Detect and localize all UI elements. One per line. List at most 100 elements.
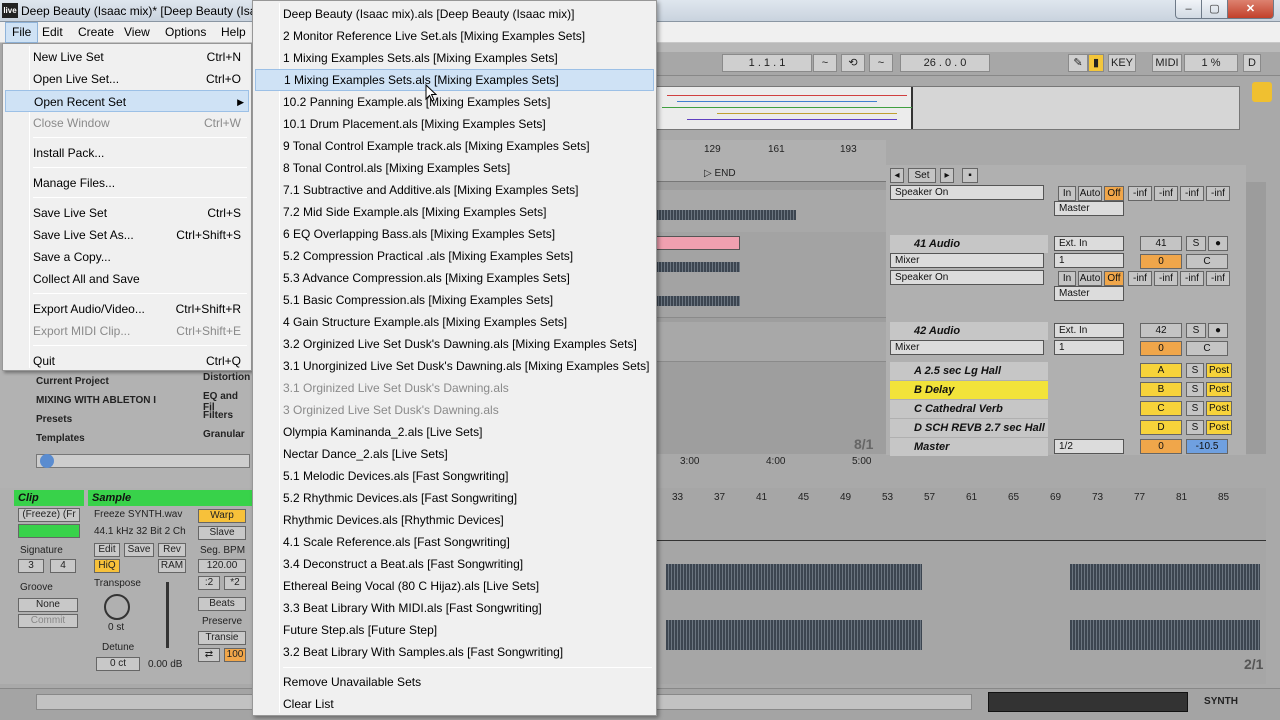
grain-size-field[interactable]: 100 <box>224 648 246 662</box>
file-menu-item-save-live-set-as[interactable]: Save Live Set As... Ctrl+Shift+S <box>5 224 249 246</box>
category-item[interactable]: Filters <box>203 410 233 421</box>
computer-keyboard-icon[interactable]: ▮ <box>1088 54 1104 72</box>
recent-set-item[interactable]: Future Step.als [Future Step] <box>255 619 654 641</box>
monitor-output-dropdown[interactable]: Speaker On <box>890 270 1044 285</box>
file-menu-item-export-audio-video[interactable]: Export Audio/Video... Ctrl+Shift+R <box>5 298 249 320</box>
recent-set-item[interactable]: Rhythmic Devices.als [Rhythmic Devices] <box>255 509 654 531</box>
clip-color-dropdown[interactable] <box>18 524 80 538</box>
monitor-off-button[interactable]: Off <box>1104 186 1124 201</box>
end-marker[interactable]: ▷ END <box>704 168 736 179</box>
recent-set-item[interactable]: 5.1 Basic Compression.als [Mixing Exampl… <box>255 289 654 311</box>
output-dropdown[interactable]: Master <box>1054 286 1124 301</box>
solo-button[interactable]: S <box>1186 382 1204 397</box>
halve-tempo-button[interactable]: :2 <box>198 576 220 590</box>
draw-mode-icon[interactable]: ✎ <box>1068 54 1088 72</box>
ram-button[interactable]: RAM <box>158 559 186 573</box>
recent-set-item[interactable]: 3.3 Beat Library With MIDI.als [Fast Son… <box>255 597 654 619</box>
recent-set-item[interactable]: 4 Gain Structure Example.als [Mixing Exa… <box>255 311 654 333</box>
file-menu-item-save-a-copy[interactable]: Save a Copy... <box>5 246 249 268</box>
recent-set-item[interactable]: 3.4 Deconstruct a Beat.als [Fast Songwri… <box>255 553 654 575</box>
recent-set-item[interactable]: Deep Beauty (Isaac mix).als [Deep Beauty… <box>255 3 654 25</box>
channel-dropdown[interactable]: 1 <box>1054 340 1124 355</box>
recent-set-item[interactable]: 6 EQ Overlapping Bass.als [Mixing Exampl… <box>255 223 654 245</box>
place-item[interactable]: Templates <box>36 433 85 444</box>
menu-create[interactable]: Create <box>72 22 120 43</box>
slave-button[interactable]: Slave <box>198 526 246 540</box>
category-item[interactable]: Granular <box>203 429 245 440</box>
monitor-in-button[interactable]: In <box>1058 271 1076 286</box>
close-button[interactable]: ✕ <box>1227 0 1274 19</box>
punch-in-icon[interactable]: ~ <box>813 54 837 72</box>
hiq-button[interactable]: HiQ <box>94 559 120 573</box>
solo-button[interactable]: S <box>1186 420 1204 435</box>
key-map-button[interactable]: KEY <box>1108 54 1136 72</box>
return-letter[interactable]: D <box>1140 420 1182 435</box>
return-letter[interactable]: C <box>1140 401 1182 416</box>
mixer-scrollbar[interactable] <box>1246 182 1266 454</box>
seg-bpm-field[interactable]: 120.00 <box>198 559 246 573</box>
track-name[interactable]: 41 Audio <box>890 235 1048 253</box>
signature-numerator[interactable]: 3 <box>18 559 44 573</box>
loop-icon[interactable]: ⟲ <box>841 54 865 72</box>
edit-button[interactable]: Edit <box>94 543 120 557</box>
punch-out-icon[interactable]: ~ <box>869 54 893 72</box>
commit-button[interactable]: Commit <box>18 614 78 628</box>
monitor-auto-button[interactable]: Auto <box>1078 271 1102 286</box>
solo-button[interactable]: S <box>1186 401 1204 416</box>
recent-set-item[interactable]: 2 Monitor Reference Live Set.als [Mixing… <box>255 25 654 47</box>
return-name[interactable]: D SCH REVB 2.7 sec Hall <box>890 419 1048 437</box>
master-volume[interactable]: 0 <box>1140 439 1182 454</box>
monitor-output-dropdown[interactable]: Speaker On <box>890 185 1044 200</box>
save-button[interactable]: Save <box>124 543 154 557</box>
master-level[interactable]: -10.5 <box>1186 439 1228 454</box>
sample-ruler[interactable]: 33 37 41 45 49 53 57 61 65 69 73 77 81 8… <box>656 492 1266 506</box>
menu-edit[interactable]: Edit <box>36 22 69 43</box>
file-menu-item-open-recent-set[interactable]: Open Recent Set ▶ <box>5 90 249 112</box>
file-menu-item-manage-files[interactable]: Manage Files... <box>5 172 249 194</box>
device-chain-dropdown[interactable]: Mixer <box>890 253 1044 268</box>
recent-set-item[interactable]: 10.2 Panning Example.als [Mixing Example… <box>255 91 654 113</box>
gain-slider[interactable] <box>166 582 169 648</box>
recent-set-item[interactable]: 3.1 Unorginized Live Set Dusk's Dawning.… <box>255 355 654 377</box>
menu-options[interactable]: Options <box>159 22 212 43</box>
midi-map-button[interactable]: MIDI <box>1152 54 1182 72</box>
sample-editor[interactable]: 33 37 41 45 49 53 57 61 65 69 73 77 81 8… <box>656 488 1266 684</box>
channel-dropdown[interactable]: 1 <box>1054 253 1124 268</box>
recent-set-item[interactable]: Nectar Dance_2.als [Live Sets] <box>255 443 654 465</box>
double-tempo-button[interactable]: *2 <box>224 576 246 590</box>
solo-button[interactable]: S <box>1186 363 1204 378</box>
menu-help[interactable]: Help <box>215 22 252 43</box>
recent-set-item[interactable]: 8 Tonal Control.als [Mixing Examples Set… <box>255 157 654 179</box>
preserve-dropdown[interactable]: Transie <box>198 631 246 645</box>
reverse-button[interactable]: Rev <box>158 543 186 557</box>
audio-clip-waveform[interactable] <box>656 210 796 220</box>
audio-clip-waveform[interactable] <box>656 262 740 272</box>
file-menu-item-collect-all-and-save[interactable]: Collect All and Save <box>5 268 249 290</box>
monitor-off-button[interactable]: Off <box>1104 271 1124 286</box>
warp-mode-dropdown[interactable]: Beats <box>198 597 246 611</box>
volume-value[interactable]: 0 <box>1140 254 1182 269</box>
recent-set-item[interactable]: 5.2 Rhythmic Devices.als [Fast Songwriti… <box>255 487 654 509</box>
solo-button[interactable]: S <box>1186 323 1206 338</box>
loop-mode-dropdown[interactable]: ⇄ <box>198 648 220 662</box>
forward-icon[interactable]: ▸ <box>940 168 954 183</box>
search-field[interactable] <box>36 454 250 468</box>
category-item[interactable]: Distortion <box>203 372 250 383</box>
recent-set-item[interactable]: 9 Tonal Control Example track.als [Mixin… <box>255 135 654 157</box>
file-menu-item-quit[interactable]: Quit Ctrl+Q <box>5 350 249 372</box>
input-dropdown[interactable]: Ext. In <box>1054 236 1124 251</box>
set-button[interactable]: Set <box>908 168 936 183</box>
recent-set-item[interactable]: 5.3 Advance Compression.als [Mixing Exam… <box>255 267 654 289</box>
overview-visible-region[interactable] <box>657 87 913 129</box>
clip-header[interactable]: Clip <box>14 490 84 506</box>
transpose-knob[interactable] <box>104 594 130 620</box>
place-item[interactable]: MIXING WITH ABLETON I <box>36 395 156 406</box>
pan-value[interactable]: C <box>1186 254 1228 269</box>
file-menu-item-install-pack[interactable]: Install Pack... <box>5 142 249 164</box>
recent-set-item[interactable]: 3.2 Beat Library With Samples.als [Fast … <box>255 641 654 663</box>
groove-dropdown[interactable]: None <box>18 598 78 612</box>
signature-denominator[interactable]: 4 <box>50 559 76 573</box>
return-name[interactable]: B Delay <box>890 381 1048 399</box>
monitor-in-button[interactable]: In <box>1058 186 1076 201</box>
arrangement-tracks[interactable]: 8/1 3:00 4:00 5:00 <box>656 182 886 467</box>
